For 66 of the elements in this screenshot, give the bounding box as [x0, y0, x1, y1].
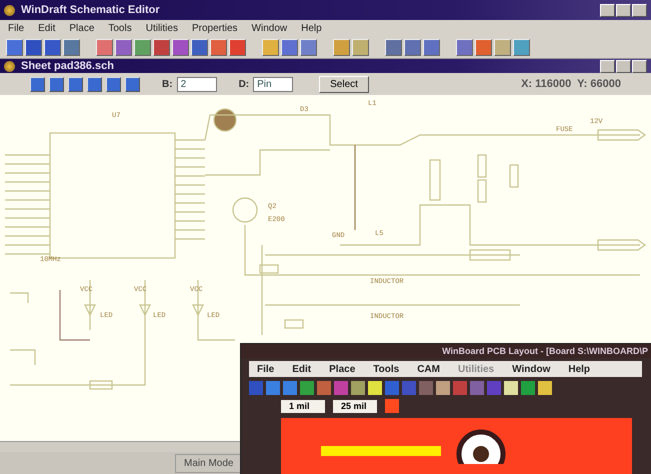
- menu-item[interactable]: Place: [329, 364, 356, 374]
- menu-item[interactable]: Utilities: [146, 22, 178, 34]
- toolbar-icon[interactable]: [456, 38, 473, 56]
- window-title: WinDraft Schematic Editor: [21, 4, 161, 16]
- maximize-button[interactable]: [616, 4, 631, 16]
- sheet-icon: [4, 60, 15, 72]
- menu-item[interactable]: Tools: [373, 364, 400, 374]
- menu-item[interactable]: Help: [301, 22, 322, 34]
- menu-item[interactable]: Window: [252, 22, 288, 34]
- menu-item[interactable]: Help: [568, 364, 590, 374]
- dropdown-field[interactable]: Pin: [253, 76, 294, 92]
- toolbar-icon[interactable]: [191, 38, 208, 56]
- minimize-button[interactable]: [600, 4, 615, 16]
- toolbar-icon[interactable]: [172, 38, 189, 56]
- minimize-button[interactable]: [600, 60, 615, 72]
- toolbar-icon[interactable]: [49, 76, 64, 92]
- toolbar-icon[interactable]: [494, 38, 511, 56]
- toolbar-icon[interactable]: [125, 76, 140, 92]
- menu-item[interactable]: Properties: [192, 22, 238, 34]
- toolbar-icon[interactable]: [106, 76, 121, 92]
- menu-item[interactable]: Tools: [108, 22, 132, 34]
- toolbar-icon[interactable]: [210, 38, 227, 56]
- field-label: D:: [238, 78, 250, 90]
- toolbar-icon[interactable]: [44, 38, 61, 56]
- toolbar-icon[interactable]: [423, 38, 440, 56]
- toolbar-icon[interactable]: [115, 38, 132, 56]
- toolbar-icon[interactable]: [352, 38, 369, 56]
- toolbar-icon[interactable]: [513, 38, 530, 56]
- close-button[interactable]: [632, 4, 647, 16]
- toolbar-icon[interactable]: [153, 38, 170, 56]
- toolbar-icon[interactable]: [63, 38, 80, 56]
- dropdown-field[interactable]: 2: [176, 76, 217, 92]
- menu-item[interactable]: Edit: [292, 364, 312, 374]
- toolbar-icon[interactable]: [333, 38, 350, 56]
- toolbar-icon[interactable]: [229, 38, 246, 56]
- menu-item[interactable]: CAM: [417, 364, 440, 374]
- field-label: B:: [162, 78, 173, 90]
- menu-item[interactable]: File: [8, 22, 24, 34]
- toolbar-icon[interactable]: [6, 38, 23, 56]
- pcb-window-title: WinBoard PCB Layout - [Board S:\WINBOARD\P: [442, 346, 648, 356]
- menu-item[interactable]: Place: [69, 22, 94, 34]
- menu-item[interactable]: File: [257, 364, 274, 374]
- grid-field[interactable]: 25 mil: [333, 400, 377, 412]
- toolbar-icon[interactable]: [262, 38, 279, 56]
- toolbar-icon[interactable]: [404, 38, 421, 56]
- app-icon: [4, 4, 15, 16]
- sheet-title: Sheet pad386.sch: [21, 60, 115, 72]
- toolbar-icon[interactable]: [300, 38, 317, 56]
- menu-item[interactable]: Edit: [38, 22, 56, 34]
- close-button[interactable]: [632, 60, 647, 72]
- grid-field[interactable]: 1 mil: [281, 400, 325, 412]
- toolbar-icon[interactable]: [134, 38, 151, 56]
- toolbar-icon[interactable]: [87, 76, 102, 92]
- maximize-button[interactable]: [616, 60, 631, 72]
- toolbar-icon[interactable]: [68, 76, 83, 92]
- horizontal-scrollbar[interactable]: [0, 441, 240, 452]
- cursor-coordinates: X: 116000 Y: 66000: [521, 78, 621, 90]
- toolbar-icon[interactable]: [385, 38, 402, 56]
- layer-color-swatch[interactable]: [385, 399, 399, 413]
- select-button[interactable]: Select: [319, 76, 369, 92]
- toolbar-icon[interactable]: [96, 38, 113, 56]
- toolbar-icon[interactable]: [475, 38, 492, 56]
- toolbar-icon[interactable]: [30, 76, 45, 92]
- toolbar-icon[interactable]: [25, 38, 42, 56]
- toolbar-icon[interactable]: [281, 38, 298, 56]
- menu-item[interactable]: Window: [512, 364, 550, 374]
